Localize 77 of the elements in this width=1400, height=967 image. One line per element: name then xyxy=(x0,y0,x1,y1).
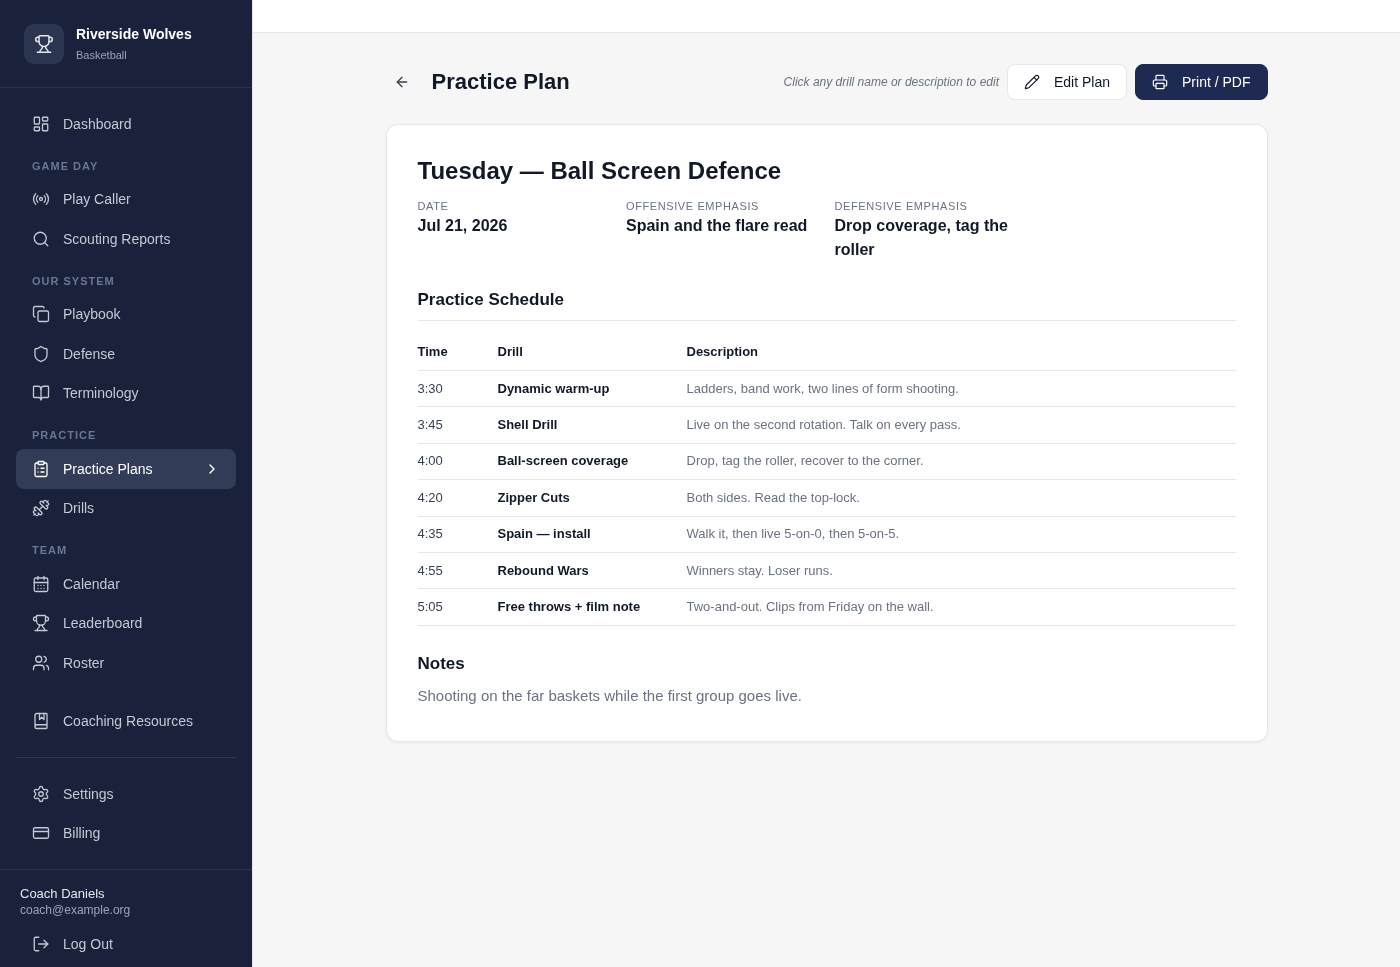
column-header: Description xyxy=(686,334,1236,371)
page-title: Practice Plan xyxy=(431,68,570,96)
dashboard-grid-icon xyxy=(32,114,50,133)
sidebar-item[interactable]: Terminology xyxy=(16,373,236,413)
meta-label: DEFENSIVE EMPHASIS xyxy=(834,199,969,214)
column-header: Drill xyxy=(497,334,687,371)
description-cell[interactable]: Ladders, band work, two lines of form shooting. xyxy=(686,370,1236,407)
sidebar-item[interactable]: Playbook xyxy=(16,294,236,334)
section-title: Notes xyxy=(417,652,466,675)
people-icon xyxy=(32,653,50,672)
sidebar-item[interactable]: Scouting Reports xyxy=(16,219,236,259)
time-cell: 4:35 xyxy=(417,516,498,553)
time-cell: 4:55 xyxy=(417,552,498,589)
drill-name-cell[interactable]: Dynamic warm-up xyxy=(497,370,687,407)
drill-name-cell[interactable]: Shell Drill xyxy=(497,406,687,444)
sidebar-item[interactable]: Roster xyxy=(16,643,236,683)
sidebar-item[interactable]: Leaderboard xyxy=(16,603,236,643)
open-book-icon xyxy=(32,384,50,403)
description-cell[interactable]: Two-and-out. Clips from Friday on the wall. xyxy=(686,588,1236,626)
edit-hint: Click any drill name or description to edit xyxy=(783,75,999,89)
sidebar-item[interactable]: Dashboard xyxy=(16,104,236,144)
sidebar-item[interactable]: Settings xyxy=(16,774,236,814)
time-cell: 4:20 xyxy=(417,479,498,516)
description-cell[interactable]: Both sides. Read the top-lock. xyxy=(686,479,1236,516)
team-name: Riverside Wolves xyxy=(76,25,192,43)
plan-title: Tuesday — Ball Screen Defence xyxy=(417,156,783,186)
trophy-logo-icon xyxy=(24,23,64,64)
time-cell: 4:00 xyxy=(417,443,498,480)
clipboard-list-icon xyxy=(32,459,50,478)
dumbbell-icon xyxy=(32,499,50,518)
team-sport: Basketball xyxy=(76,48,128,62)
print-button[interactable]: Print / PDF xyxy=(1135,64,1268,100)
notes-text: Shooting on the far baskets while the first group goes live. xyxy=(417,685,803,706)
drill-name-cell[interactable]: Rebound Wars xyxy=(497,552,687,589)
logout-button[interactable]: Log Out xyxy=(16,924,236,964)
shield-icon xyxy=(32,344,50,363)
sidebar-item[interactable]: Defense xyxy=(16,334,236,374)
sidebar-item[interactable]: Practice Plans xyxy=(16,449,236,489)
drill-name-cell[interactable]: Free throws + film note xyxy=(497,588,687,626)
bookmarked-book-icon xyxy=(32,712,50,731)
drill-name-cell[interactable]: Zipper Cuts xyxy=(497,479,687,516)
trophy-icon xyxy=(32,614,50,633)
logout-icon xyxy=(32,934,50,953)
drill-name-cell[interactable]: Spain — install xyxy=(497,516,687,553)
description-cell[interactable]: Walk it, then live 5-on-0, then 5-on-5. xyxy=(686,516,1236,553)
section-heading: GAME DAY xyxy=(31,158,100,174)
sidebar-item[interactable]: Billing xyxy=(16,813,236,853)
drill-name-cell[interactable]: Ball-screen coverage xyxy=(497,443,687,480)
meta-label: OFFENSIVE EMPHASIS xyxy=(626,199,761,214)
section-title: Practice Schedule xyxy=(417,288,1236,321)
description-cell[interactable]: Live on the second rotation. Talk on every pass. xyxy=(686,406,1236,444)
edit-button[interactable]: Edit Plan xyxy=(1007,64,1128,100)
time-cell: 3:45 xyxy=(417,406,498,444)
column-header: Time xyxy=(417,334,498,371)
user-email: coach@example.org xyxy=(19,902,132,918)
time-cell: 3:30 xyxy=(417,370,498,407)
section-heading: TEAM xyxy=(31,543,69,558)
settings-icon xyxy=(32,784,50,803)
description-cell[interactable]: Winners stay. Loser runs. xyxy=(686,552,1236,589)
sidebar-item[interactable]: Calendar xyxy=(16,564,236,604)
sidebar-item[interactable]: Play Caller xyxy=(16,179,236,219)
copy-icon xyxy=(32,305,50,324)
calendar-icon xyxy=(32,574,50,593)
printer-icon xyxy=(1152,74,1169,90)
description-cell[interactable]: Drop, tag the roller, recover to the corner. xyxy=(686,443,1236,480)
meta-value: Drop coverage, tag the roller xyxy=(834,216,1009,260)
sidebar-item[interactable]: Coaching Resources xyxy=(16,701,236,741)
time-cell: 5:05 xyxy=(417,588,498,626)
pencil-icon xyxy=(1024,74,1040,90)
meta-value: Jul 21, 2026 xyxy=(417,216,509,236)
section-heading: PRACTICE xyxy=(31,428,98,443)
meta-value: Spain and the flare read xyxy=(626,216,809,236)
section-heading: OUR SYSTEM xyxy=(31,273,116,289)
sidebar-item[interactable]: Drills xyxy=(16,488,236,528)
user-name: Coach Daniels xyxy=(19,886,106,902)
search-icon xyxy=(32,229,50,248)
meta-label: DATE xyxy=(417,199,450,214)
